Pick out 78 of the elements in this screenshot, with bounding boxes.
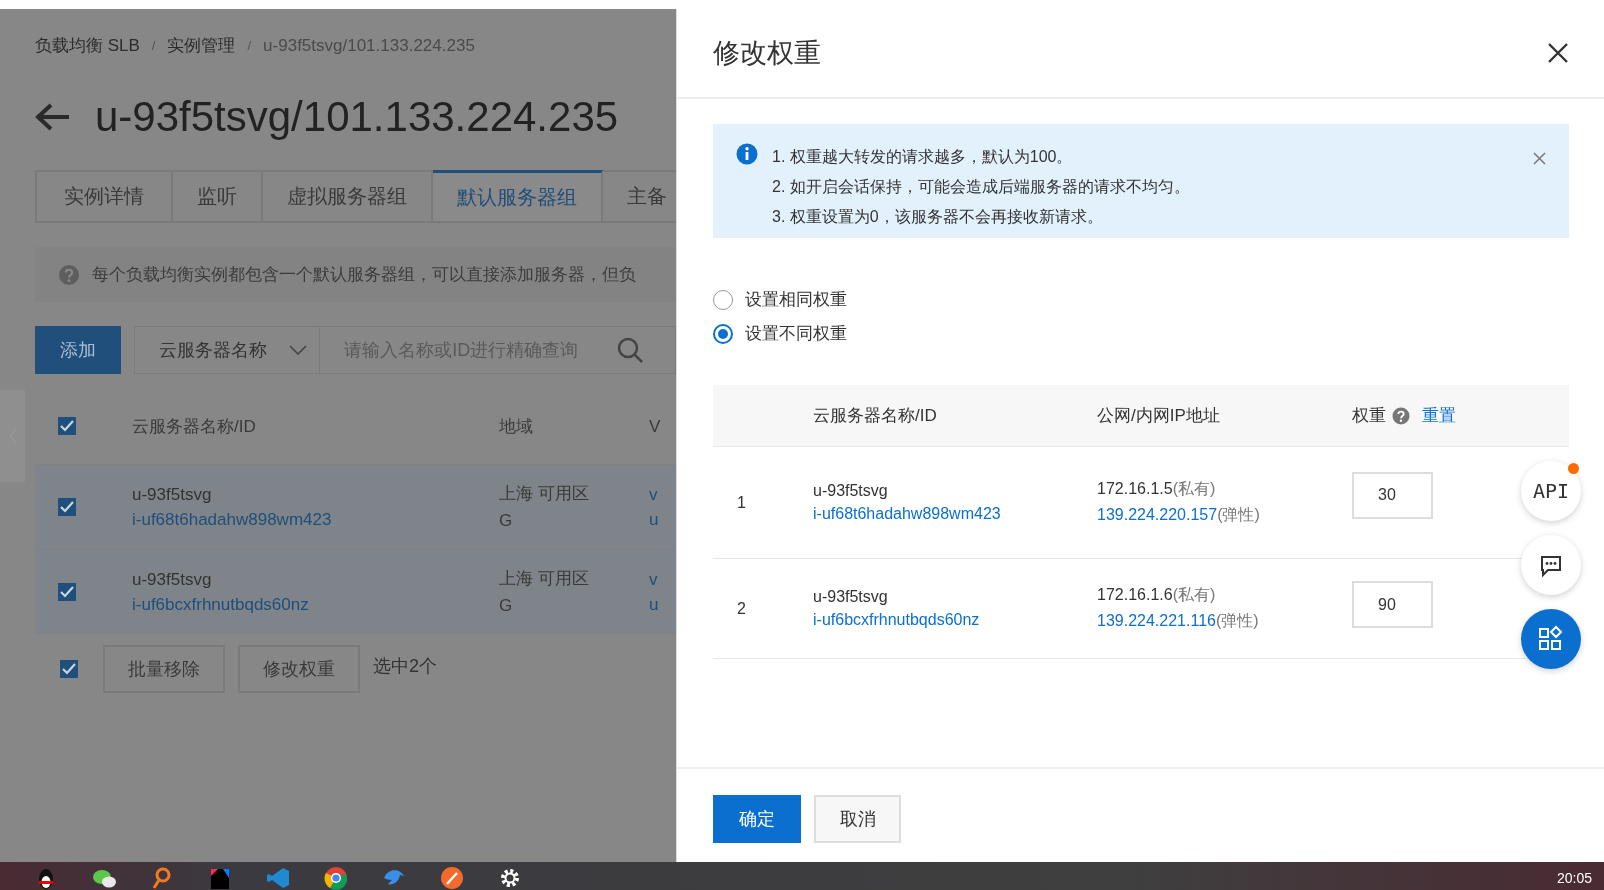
confirm-button[interactable]: 确定 — [713, 795, 801, 843]
server-name: u-93f5tsvg — [813, 482, 888, 500]
checkbox[interactable] — [60, 660, 78, 678]
cancel-button[interactable]: 取消 — [814, 795, 901, 843]
api-button[interactable]: API — [1521, 461, 1581, 521]
pen-icon[interactable] — [440, 866, 464, 890]
reset-link[interactable]: 重置 — [1422, 404, 1456, 427]
chevron-down-icon — [289, 345, 308, 355]
close-icon[interactable] — [1547, 42, 1569, 64]
add-button[interactable]: 添加 — [35, 326, 122, 374]
weight-input[interactable]: 30 — [1352, 471, 1433, 519]
alert-text: 1. 权重越大转发的请求越多，默认为100。 — [772, 147, 1074, 167]
notice-text: 每个负载均衡实例都包含一个默认服务器组，可以直接添加服务器，但负 — [92, 264, 636, 286]
instance-id-link[interactable]: i-uf68t6hadahw898wm423 — [132, 509, 332, 530]
gear-icon[interactable] — [498, 866, 522, 890]
table-text: v — [649, 484, 658, 505]
feedback-button[interactable] — [1521, 535, 1581, 595]
drawer-title: 修改权重 — [713, 37, 821, 70]
private-ip-text: 172.16.1.6(私有) — [1097, 585, 1216, 605]
breadcrumb-link[interactable]: 负载均衡 SLB — [35, 34, 140, 57]
page-title: u-93f5tsvg/101.133.224.235 — [95, 93, 619, 141]
table-row[interactable]: u-93f5tsvg i-uf68t6hadahw898wm423 上海 可用区G v u — [35, 464, 676, 549]
column-header: 公网/内网IP地址 — [1097, 405, 1221, 427]
instance-id-link[interactable]: i-uf68t6hadahw898wm423 — [813, 505, 1001, 523]
selection-count: 选中2个 — [373, 655, 437, 678]
breadcrumb-link[interactable]: 实例管理 — [167, 34, 236, 57]
column-header: 云服务器名称/ID — [132, 416, 257, 438]
column-header: 云服务器名称/ID — [813, 405, 938, 427]
clock-text: 20:05 — [1556, 870, 1592, 886]
ip-type-label: (弹性) — [1217, 506, 1260, 523]
tab[interactable]: 实例详情 — [37, 172, 173, 221]
bulk-action-button[interactable]: 修改权重 — [238, 645, 360, 693]
search-icon — [616, 337, 643, 363]
alert-text: 3. 权重设置为0，该服务器不会再接收新请求。 — [772, 207, 1104, 227]
grid-icon — [1537, 625, 1565, 653]
instance-id-link[interactable]: i-uf6bcxfrhnutbqds60nz — [813, 611, 980, 629]
public-ip-link[interactable]: 139.224.221.116 — [1097, 612, 1216, 629]
server-name: u-93f5tsvg — [813, 588, 888, 606]
ide-icon[interactable] — [208, 866, 232, 890]
region-text: 上海 可用区G — [499, 568, 590, 617]
apps-button[interactable] — [1521, 609, 1581, 669]
notification-dot — [1568, 463, 1579, 474]
weight-input[interactable]: 90 — [1352, 581, 1433, 628]
column-header: 地域 — [499, 416, 534, 438]
table-text: u — [649, 594, 659, 615]
ip-type-label: (弹性) — [1215, 612, 1259, 629]
column-header: 权重 — [1352, 405, 1386, 427]
browser-icon[interactable] — [324, 866, 348, 890]
server-name: u-93f5tsvg — [132, 569, 212, 590]
checkbox[interactable] — [58, 497, 76, 516]
table-text: u — [649, 509, 659, 530]
radio-option[interactable]: 设置不同权重 — [713, 322, 847, 345]
instance-id-link[interactable]: i-uf6bcxfrhnutbqds60nz — [132, 594, 309, 615]
public-ip-link[interactable]: 139.224.220.157 — [1097, 506, 1218, 523]
help-icon — [1392, 406, 1410, 425]
column-header: V — [649, 416, 662, 437]
table-text: v — [649, 569, 658, 590]
checkbox[interactable] — [58, 582, 76, 601]
row-number: 2 — [736, 599, 747, 618]
back-arrow-icon[interactable] — [35, 102, 71, 132]
dropdown-value: 云服务器名称 — [159, 339, 268, 362]
tab[interactable]: 默认服务器组 — [433, 170, 603, 221]
row-number: 1 — [736, 493, 747, 512]
breadcrumb-separator: / — [151, 38, 156, 53]
help-icon — [58, 263, 80, 286]
filter-dropdown[interactable]: 云服务器名称 — [134, 326, 321, 374]
server-name: u-93f5tsvg — [132, 484, 212, 505]
table-row[interactable]: u-93f5tsvg i-uf6bcxfrhnutbqds60nz 上海 可用区G v u — [35, 549, 676, 634]
region-text: 上海 可用区G — [499, 483, 590, 532]
code-editor-icon[interactable] — [266, 866, 290, 890]
checkbox[interactable] — [58, 417, 76, 435]
bulk-action-button[interactable]: 批量移除 — [103, 645, 225, 693]
info-icon — [736, 143, 758, 165]
tab[interactable]: 监听 — [173, 172, 263, 221]
alert-text: 2. 如开启会话保持，可能会造成后端服务器的请求不均匀。 — [772, 177, 1191, 197]
radio-option[interactable]: 设置相同权重 — [713, 288, 847, 311]
private-ip-text: 172.16.1.5(私有) — [1097, 479, 1216, 499]
breadcrumb-separator: / — [247, 38, 252, 53]
